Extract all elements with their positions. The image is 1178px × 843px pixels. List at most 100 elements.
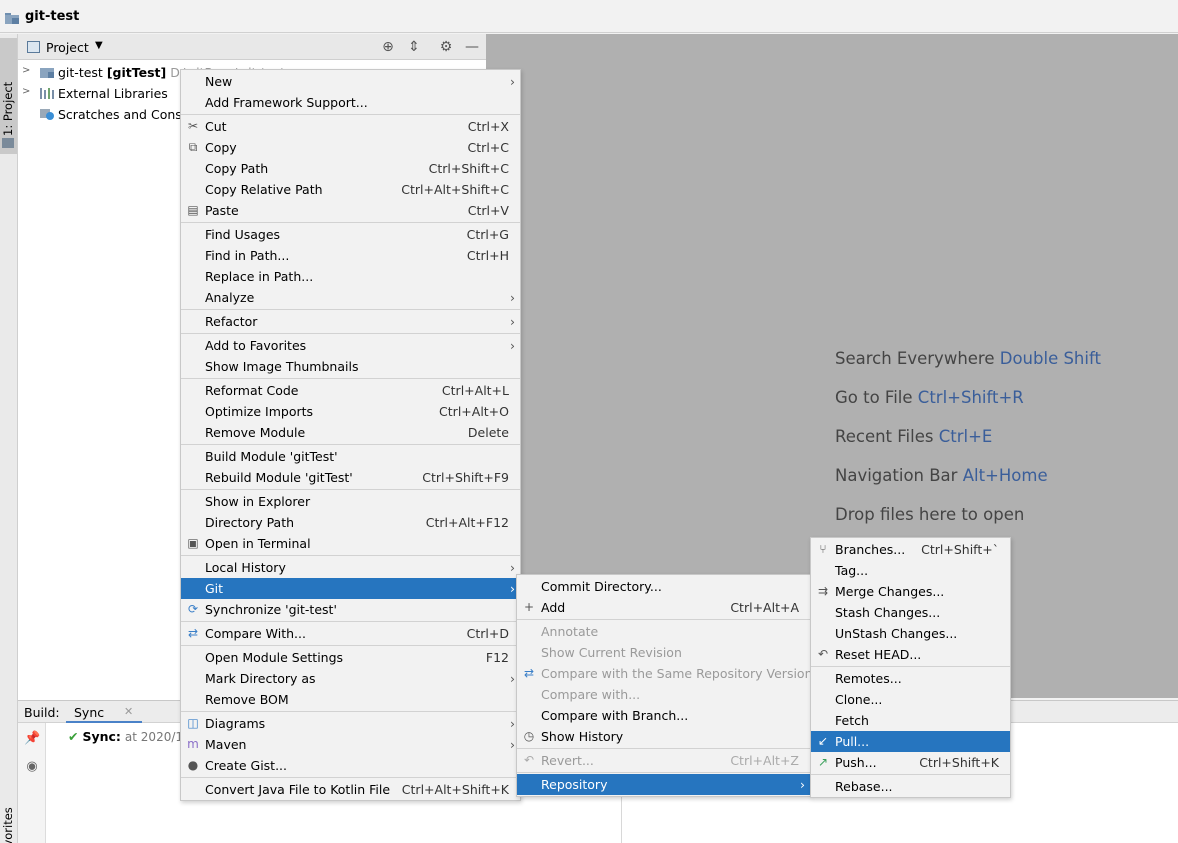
menu-item-mark-directory-as[interactable]: Mark Directory as › bbox=[181, 668, 520, 689]
menu-item-branches[interactable]: ⑂ Branches... Ctrl+Shift+` bbox=[811, 539, 1010, 560]
menu-item-revert[interactable]: ↶ Revert... Ctrl+Alt+Z bbox=[517, 750, 810, 771]
menu-item-compare-with[interactable]: Compare with... bbox=[517, 684, 810, 705]
menu-item-label: Copy Path bbox=[205, 161, 269, 176]
left-tool-strip: 1: Project 2: Favorites bbox=[0, 34, 18, 843]
project-tab-label: 1: Project bbox=[1, 81, 15, 136]
menu-item-create-gist[interactable]: ● Create Gist... bbox=[181, 755, 520, 776]
menu-item-merge-changes[interactable]: ⇉ Merge Changes... bbox=[811, 581, 1010, 602]
menu-item-show-in-explorer[interactable]: Show in Explorer bbox=[181, 491, 520, 512]
close-icon[interactable]: ✕ bbox=[124, 705, 133, 718]
menu-item-refactor[interactable]: Refactor › bbox=[181, 311, 520, 332]
menu-separator bbox=[181, 777, 520, 778]
menu-item-directory-path[interactable]: Directory Path Ctrl+Alt+F12 bbox=[181, 512, 520, 533]
menu-item-label: Diagrams bbox=[205, 716, 266, 731]
menu-item-add-framework-support[interactable]: Add Framework Support... bbox=[181, 92, 520, 113]
menu-item-label: Compare with the Same Repository Version bbox=[541, 666, 813, 681]
plus-icon: + bbox=[523, 600, 535, 614]
menu-item-annotate[interactable]: Annotate bbox=[517, 621, 810, 642]
eye-icon[interactable]: ◉ bbox=[24, 759, 40, 775]
menu-item-reformat-code[interactable]: Reformat Code Ctrl+Alt+L bbox=[181, 380, 520, 401]
menu-item-new[interactable]: New › bbox=[181, 71, 520, 92]
menu-item-label: Reset HEAD... bbox=[835, 647, 922, 662]
tree-item-label: External Libraries bbox=[58, 86, 168, 101]
chevron-right-icon: › bbox=[510, 560, 515, 575]
menu-item-diagrams[interactable]: ◫ Diagrams › bbox=[181, 713, 520, 734]
menu-item-rebase[interactable]: Rebase... bbox=[811, 776, 1010, 797]
menu-item-show-current-revision[interactable]: Show Current Revision bbox=[517, 642, 810, 663]
hint-drop-files: Drop files here to open bbox=[835, 505, 1025, 524]
project-tool-tab[interactable]: 1: Project bbox=[0, 38, 17, 154]
chevron-right-icon[interactable]: > bbox=[22, 65, 30, 76]
menu-item-git[interactable]: Git › bbox=[181, 578, 520, 599]
menu-item-shortcut: Ctrl+Shift+C bbox=[428, 161, 509, 176]
menu-item-replace-in-path[interactable]: Replace in Path... bbox=[181, 266, 520, 287]
menu-item-remove-module[interactable]: Remove Module Delete bbox=[181, 422, 520, 443]
menu-item-label: Add Framework Support... bbox=[205, 95, 368, 110]
compare-icon: ⇄ bbox=[187, 626, 199, 640]
tree-item-label: git-test bbox=[58, 65, 103, 80]
menu-item-tag[interactable]: Tag... bbox=[811, 560, 1010, 581]
menu-item-find-usages[interactable]: Find Usages Ctrl+G bbox=[181, 224, 520, 245]
git-submenu: Commit Directory... + Add Ctrl+Alt+A Annotat… bbox=[516, 574, 813, 797]
menu-item-show-history[interactable]: ◷ Show History bbox=[517, 726, 810, 747]
chevron-right-icon: › bbox=[800, 777, 805, 792]
gear-icon[interactable]: ⚙ bbox=[437, 38, 455, 56]
menu-item-paste[interactable]: ▤ Paste Ctrl+V bbox=[181, 200, 520, 221]
collapse-all-icon[interactable]: ⇕ bbox=[405, 38, 423, 56]
menu-item-optimize-imports[interactable]: Optimize Imports Ctrl+Alt+O bbox=[181, 401, 520, 422]
favorites-tab[interactable]: 2: Favorites bbox=[1, 807, 15, 843]
menu-item-unstash-changes[interactable]: UnStash Changes... bbox=[811, 623, 1010, 644]
menu-item-compare-with-branch[interactable]: Compare with Branch... bbox=[517, 705, 810, 726]
undo-icon: ↶ bbox=[523, 753, 535, 767]
menu-item-commit-directory[interactable]: Commit Directory... bbox=[517, 576, 810, 597]
hide-icon[interactable]: — bbox=[463, 38, 481, 56]
library-icon bbox=[40, 88, 54, 99]
menu-item-stash-changes[interactable]: Stash Changes... bbox=[811, 602, 1010, 623]
menu-item-copy-path[interactable]: Copy Path Ctrl+Shift+C bbox=[181, 158, 520, 179]
menu-item-open-in-terminal[interactable]: ▣ Open in Terminal bbox=[181, 533, 520, 554]
menu-item-label: Repository bbox=[541, 777, 608, 792]
menu-item-show-image-thumbnails[interactable]: Show Image Thumbnails bbox=[181, 356, 520, 377]
chevron-right-icon: › bbox=[510, 671, 515, 686]
chevron-down-icon[interactable]: ▼ bbox=[95, 40, 103, 51]
menu-item-copy[interactable]: ⧉ Copy Ctrl+C bbox=[181, 137, 520, 158]
menu-item-copy-relative-path[interactable]: Copy Relative Path Ctrl+Alt+Shift+C bbox=[181, 179, 520, 200]
menu-item-shortcut: Ctrl+Alt+F12 bbox=[425, 515, 509, 530]
menu-item-label: Local History bbox=[205, 560, 286, 575]
menu-item-repository[interactable]: Repository › bbox=[517, 774, 810, 795]
menu-item-label: Pull... bbox=[835, 734, 870, 749]
menu-item-find-in-path[interactable]: Find in Path... Ctrl+H bbox=[181, 245, 520, 266]
menu-item-rebuild-module-gittest[interactable]: Rebuild Module 'gitTest' Ctrl+Shift+F9 bbox=[181, 467, 520, 488]
menu-item-compare-with-the-same-repository-version[interactable]: ⇄ Compare with the Same Repository Versio… bbox=[517, 663, 813, 684]
menu-item-push[interactable]: ↗ Push... Ctrl+Shift+K bbox=[811, 752, 1010, 773]
menu-item-synchronize-git-test[interactable]: ⟳ Synchronize 'git-test' bbox=[181, 599, 520, 620]
menu-item-remotes[interactable]: Remotes... bbox=[811, 668, 1010, 689]
menu-item-add-to-favorites[interactable]: Add to Favorites › bbox=[181, 335, 520, 356]
locate-icon[interactable]: ⊕ bbox=[379, 38, 397, 56]
pin-icon[interactable]: 📌 bbox=[24, 731, 40, 747]
menu-item-label: Open Module Settings bbox=[205, 650, 344, 665]
project-view-selector[interactable]: Project bbox=[46, 40, 89, 55]
menu-item-remove-bom[interactable]: Remove BOM bbox=[181, 689, 520, 710]
menu-separator bbox=[517, 772, 810, 773]
menu-item-local-history[interactable]: Local History › bbox=[181, 557, 520, 578]
scratches-icon bbox=[40, 109, 54, 120]
menu-item-analyze[interactable]: Analyze › bbox=[181, 287, 520, 308]
tab-sync[interactable]: Sync ✕ bbox=[66, 701, 142, 723]
menu-item-maven[interactable]: m Maven › bbox=[181, 734, 520, 755]
project-panel-header: Project ▼ ⊕ ⇕ ⚙ — bbox=[18, 34, 486, 60]
terminal-icon: ▣ bbox=[187, 536, 199, 550]
menu-item-compare-with[interactable]: ⇄ Compare With... Ctrl+D bbox=[181, 623, 520, 644]
menu-item-convert-java-file-to-kotlin-file[interactable]: Convert Java File to Kotlin File Ctrl+Alt… bbox=[181, 779, 520, 800]
folder-icon bbox=[5, 13, 19, 24]
menu-item-cut[interactable]: ✂ Cut Ctrl+X bbox=[181, 116, 520, 137]
menu-item-reset-head[interactable]: ↶ Reset HEAD... bbox=[811, 644, 1010, 665]
menu-item-open-module-settings[interactable]: Open Module Settings F12 bbox=[181, 647, 520, 668]
diagram-icon: ◫ bbox=[187, 716, 199, 730]
menu-item-add[interactable]: + Add Ctrl+Alt+A bbox=[517, 597, 810, 618]
menu-item-clone[interactable]: Clone... bbox=[811, 689, 1010, 710]
menu-item-pull[interactable]: ↙ Pull... bbox=[811, 731, 1010, 752]
chevron-right-icon[interactable]: > bbox=[22, 86, 30, 97]
menu-item-fetch[interactable]: Fetch bbox=[811, 710, 1010, 731]
menu-item-build-module-gittest[interactable]: Build Module 'gitTest' bbox=[181, 446, 520, 467]
